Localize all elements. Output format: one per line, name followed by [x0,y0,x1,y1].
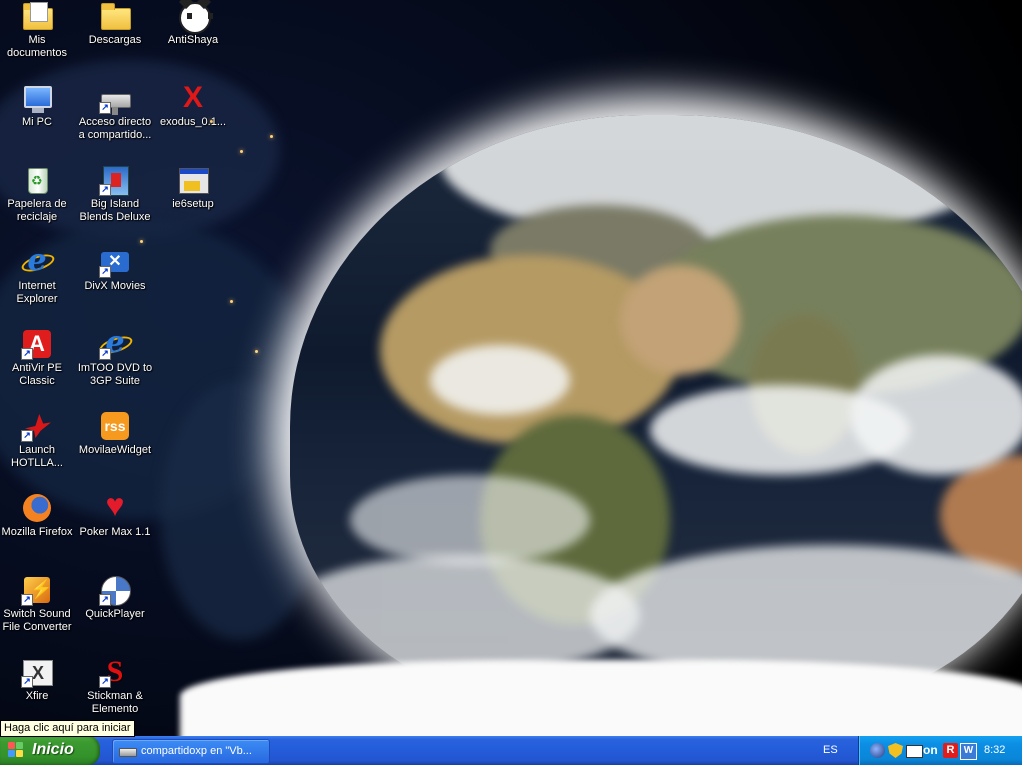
desktop-icon-label: Mi PC [22,116,52,128]
start-button[interactable]: Inicio [0,736,100,765]
desktop-icon-label: QuickPlayer [85,608,145,620]
shortcut-arrow-icon: ↗ [21,348,33,360]
wallpaper-antarctica [180,660,1022,736]
my-documents-icon [21,0,53,32]
desktop-icon-label: MovilaeWidget [78,444,152,456]
start-tooltip: Haga clic aquí para iniciar [0,720,135,737]
my-computer-icon [21,82,53,114]
clock[interactable]: 8:32 [984,744,1005,757]
taskbar-button-label: compartidoxp en "Vb... [141,745,252,757]
internet-explorer-icon: e [19,246,57,278]
firefox-icon [21,492,53,524]
desktop-icon-label: Mozilla Firefox [1,526,73,538]
wallpaper-city-light [240,150,243,153]
network-icon[interactable] [906,745,923,758]
hotline-icon: ↗ [21,410,53,442]
wallpaper-city-light [230,300,233,303]
desktop-icon-ie6setup[interactable]: ie6setup [154,164,232,211]
desktop-icon-antishaya[interactable]: AntiShaya [154,0,232,47]
shortcut-arrow-icon: ↗ [99,266,111,278]
desktop-icon-divx[interactable]: ✕ ↗ DivX Movies [76,246,154,293]
desktop-icon-label: Mis documentos [7,34,67,59]
language-indicator[interactable]: ES [823,744,838,757]
desktop[interactable]: Mis documentos Mi PC Papelera de recicla… [0,0,1022,736]
desktop-icon-xfire[interactable]: X ↗ Xfire [0,656,76,703]
exodus-icon: X [183,81,204,114]
desktop-icon-label: Poker Max 1.1 [79,526,151,538]
desktop-icon-label: Launch HOTLLA... [11,444,63,469]
cat-icon [177,0,213,34]
security-shield-icon[interactable] [888,743,903,758]
desktop-icon-acceso-directo[interactable]: ↗ Acceso directo a compartido... [76,82,154,142]
divx-icon: ✕ ↗ [99,246,131,278]
shortcut-arrow-icon: ↗ [21,594,33,606]
desktop-icon-label: Big Island Blends Deluxe [79,198,151,223]
shortcut-arrow-icon: ↗ [99,348,111,360]
desktop-icon-label: AntiVir PE Classic [12,362,62,387]
stickman-icon: S ↗ [99,656,131,688]
desktop-icon-hotline[interactable]: ↗ Launch HOTLLA... [0,410,76,470]
desktop-icon-big-island[interactable]: ↗ Big Island Blends Deluxe [76,164,154,224]
desktop-icon-label: Xfire [25,690,49,702]
desktop-icon-stickman[interactable]: S ↗ Stickman & Elemento [76,656,154,716]
desktop-icon-antivir[interactable]: A ↗ AntiVir PE Classic [0,328,76,388]
rss-icon: rss [99,410,131,442]
taskbar[interactable]: Inicio compartidoxp en "Vb... ES on R W … [0,736,1022,765]
desktop-icon-label: Papelera de reciclaje [7,198,67,223]
setup-icon [177,164,209,196]
xfire-icon: X ↗ [21,656,53,688]
desktop-icon-label: Switch Sound File Converter [2,608,72,633]
start-button-label: Inicio [32,741,74,758]
desktop-icon-label: AntiShaya [167,34,219,46]
desktop-icon-label: ie6setup [172,198,214,210]
globe-icon[interactable] [870,743,885,758]
shortcut-arrow-icon: ↗ [99,594,111,606]
shortcut-arrow-icon: ↗ [99,676,111,688]
imtoo-icon: e ↗ [97,328,135,360]
avira-icon: A ↗ [21,328,53,360]
shortcut-arrow-icon: ↗ [21,676,33,688]
avira-tray-icon[interactable]: R [943,743,958,758]
desktop-icon-imtoo[interactable]: e ↗ ImTOO DVD to 3GP Suite [76,328,154,388]
desktop-icon-quickplayer[interactable]: ↗ QuickPlayer [76,574,154,621]
wallpaper-earth [290,115,1022,715]
shortcut-arrow-icon: ↗ [99,102,111,114]
desktop-icon-label: Stickman & Elemento [87,690,143,715]
desktop-icon-mi-pc[interactable]: Mi PC [0,82,76,129]
wallpaper-city-light [255,350,258,353]
desktop-icon-label: exodus_0.1... [159,116,227,128]
wallpaper-city-light [270,135,273,138]
shortcut-arrow-icon: ↗ [99,184,111,196]
folder-icon [99,0,131,32]
desktop-icon-exodus[interactable]: X exodus_0.1... [154,82,232,129]
desktop-icon-papelera[interactable]: Papelera de reciclaje [0,164,76,224]
desktop-icon-mis-documentos[interactable]: Mis documentos [0,0,76,60]
heart-icon: ♥ [105,487,125,523]
desktop-icon-firefox[interactable]: Mozilla Firefox [0,492,76,539]
shortcut-arrow-icon: ↗ [21,430,33,442]
w-tray-icon[interactable]: W [960,743,977,760]
network-drive-icon: ↗ [99,82,131,115]
desktop-icon-label: Internet Explorer [16,280,58,305]
desktop-icon-label: ImTOO DVD to 3GP Suite [77,362,153,387]
taskbar-button-compartidoxp[interactable]: compartidoxp en "Vb... [112,739,270,764]
recycle-bin-icon [21,164,53,196]
quickplayer-icon: ↗ [99,574,131,606]
desktop-icon-descargas[interactable]: Descargas [76,0,154,47]
big-island-icon: ↗ [99,164,131,196]
system-tray: on R W 8:32 [858,736,1022,765]
wallpaper-city-light [140,240,143,243]
on-status-icon[interactable]: on [923,743,941,758]
desktop-icon-label: DivX Movies [84,280,146,292]
desktop-icon-movilae[interactable]: rss MovilaeWidget [76,410,154,457]
windows-logo-icon [8,742,24,758]
desktop-icon-poker-max[interactable]: ♥ Poker Max 1.1 [76,487,154,539]
desktop-icon-internet-explorer[interactable]: e Internet Explorer [0,246,76,306]
desktop-icon-label: Descargas [88,34,142,46]
switch-sound-icon: ↗ [21,574,53,606]
desktop-icon-label: Acceso directo a compartido... [78,116,152,141]
desktop-icon-switch[interactable]: ↗ Switch Sound File Converter [0,574,76,634]
network-drive-icon [119,745,137,757]
